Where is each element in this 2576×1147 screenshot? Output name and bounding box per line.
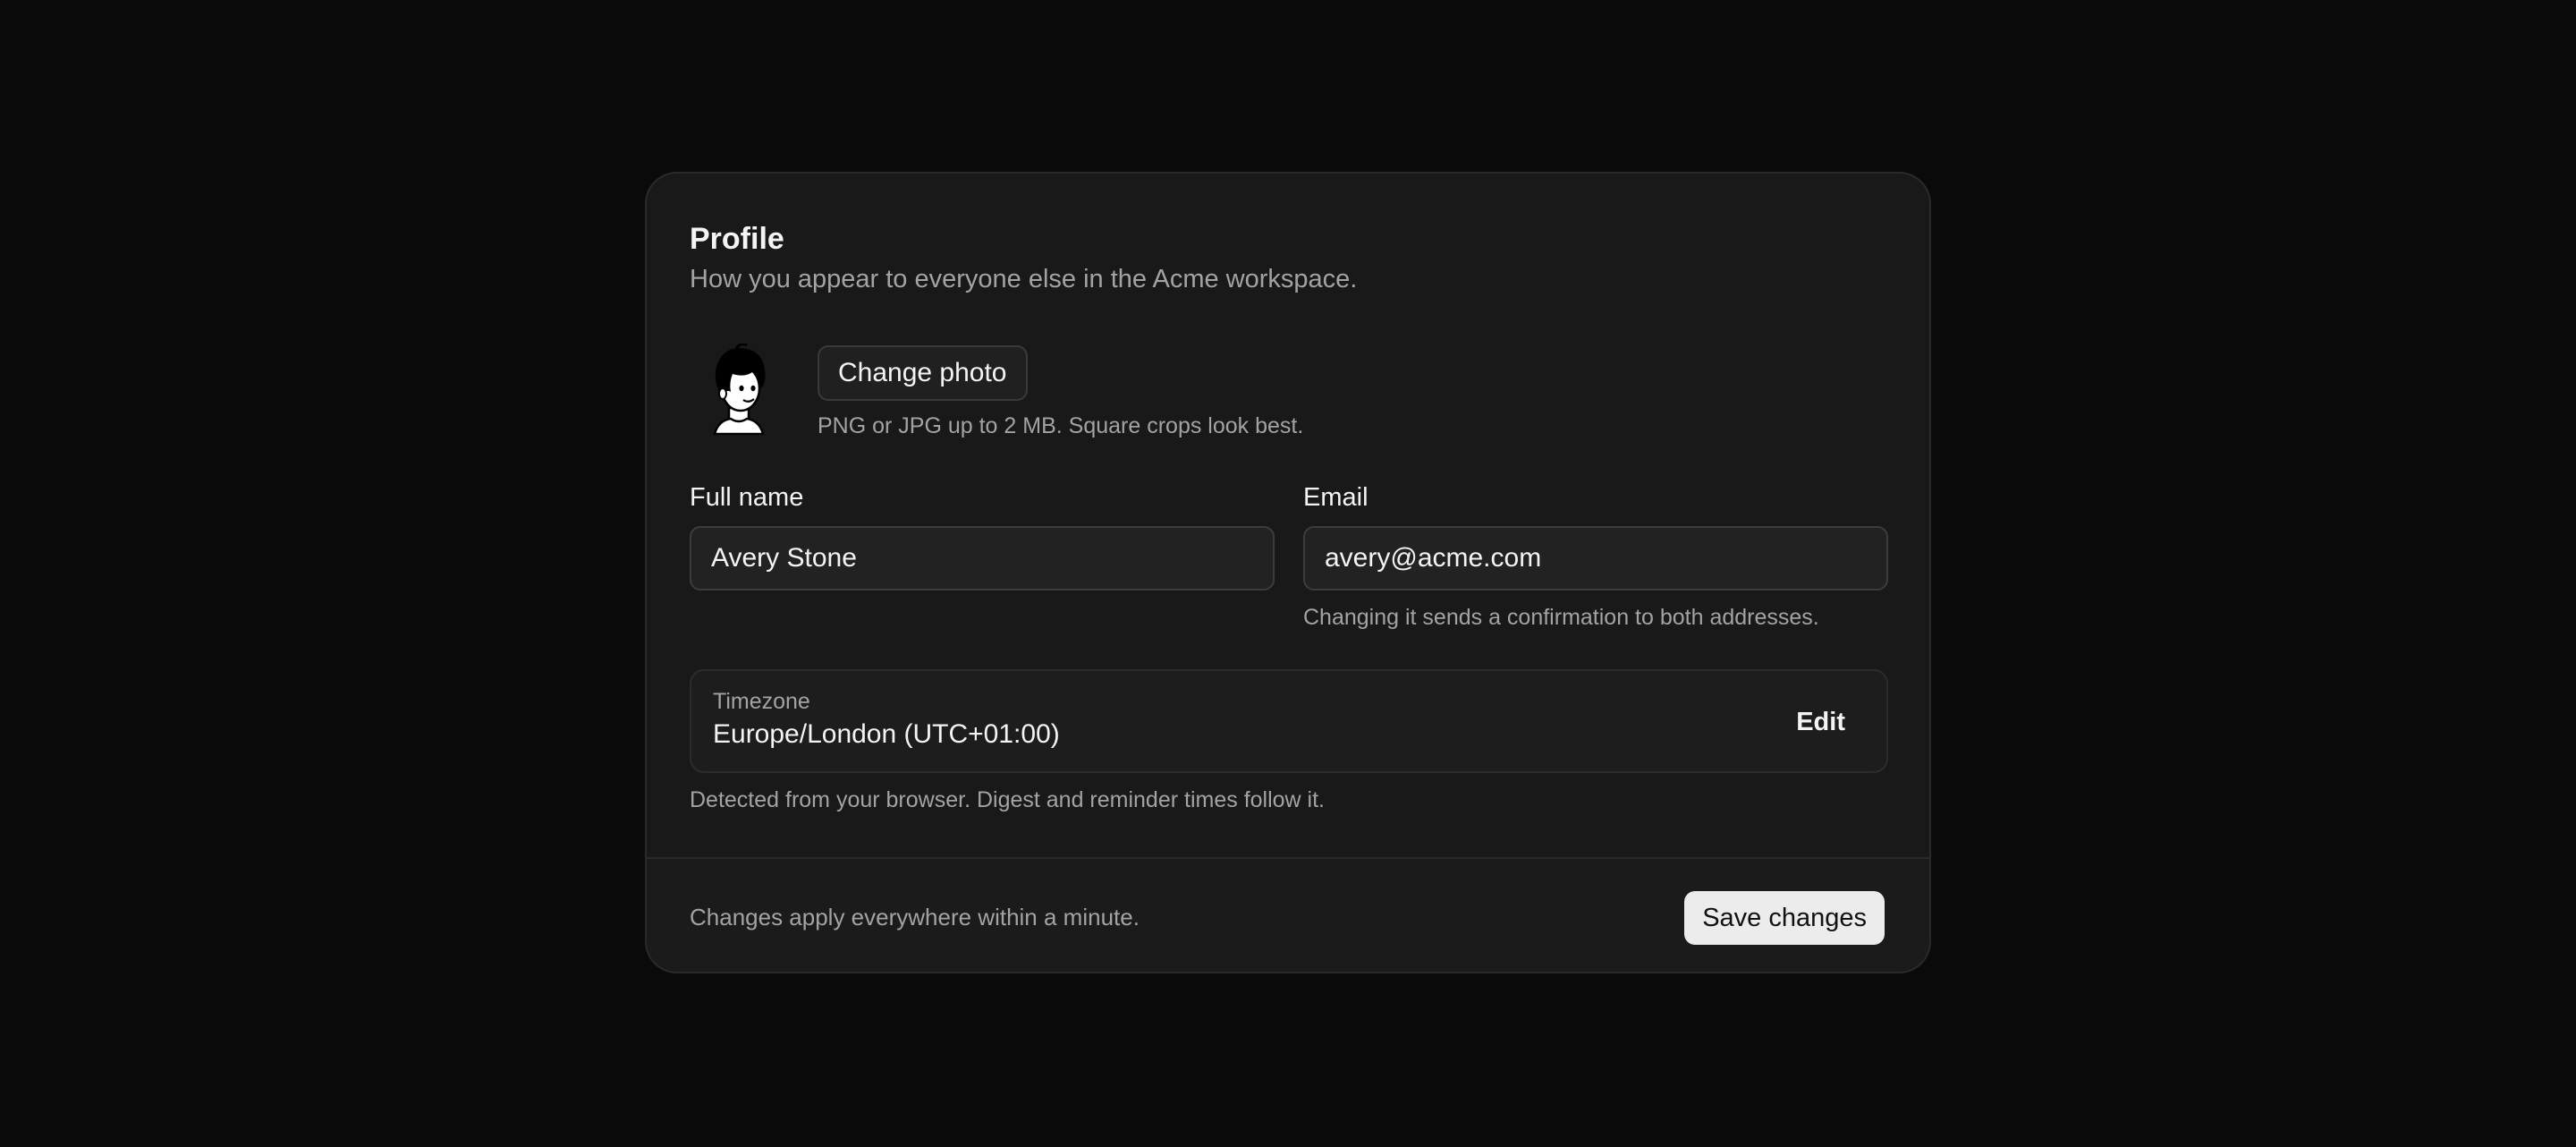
timezone-value: Europe/London (UTC+01:00)	[713, 719, 1060, 749]
profile-title: Profile	[690, 222, 784, 256]
timezone-edit-button[interactable]: Edit	[1780, 698, 1861, 746]
timezone-row: Timezone Europe/London (UTC+01:00) Edit	[690, 669, 1888, 773]
footer-note: Changes apply everywhere within a minute…	[690, 904, 1140, 930]
avatar	[708, 343, 770, 436]
full-name-label: Full name	[690, 483, 804, 512]
card-footer: Changes apply everywhere within a minute…	[647, 857, 1929, 972]
email-hint: Changing it sends a confirmation to both…	[1303, 605, 1819, 630]
email-input[interactable]	[1303, 526, 1888, 590]
save-changes-button[interactable]: Save changes	[1684, 891, 1885, 945]
profile-card: Profile How you appear to everyone else …	[645, 172, 1931, 973]
full-name-input[interactable]	[690, 526, 1275, 590]
timezone-label: Timezone	[713, 689, 810, 714]
cartoon-avatar-icon	[713, 343, 766, 436]
email-label: Email	[1303, 483, 1368, 512]
change-photo-button[interactable]: Change photo	[818, 345, 1028, 401]
profile-subtitle: How you appear to everyone else in the A…	[690, 265, 1358, 293]
photo-hint: PNG or JPG up to 2 MB. Square crops look…	[818, 413, 1304, 438]
timezone-hint: Detected from your browser. Digest and r…	[690, 787, 1325, 812]
